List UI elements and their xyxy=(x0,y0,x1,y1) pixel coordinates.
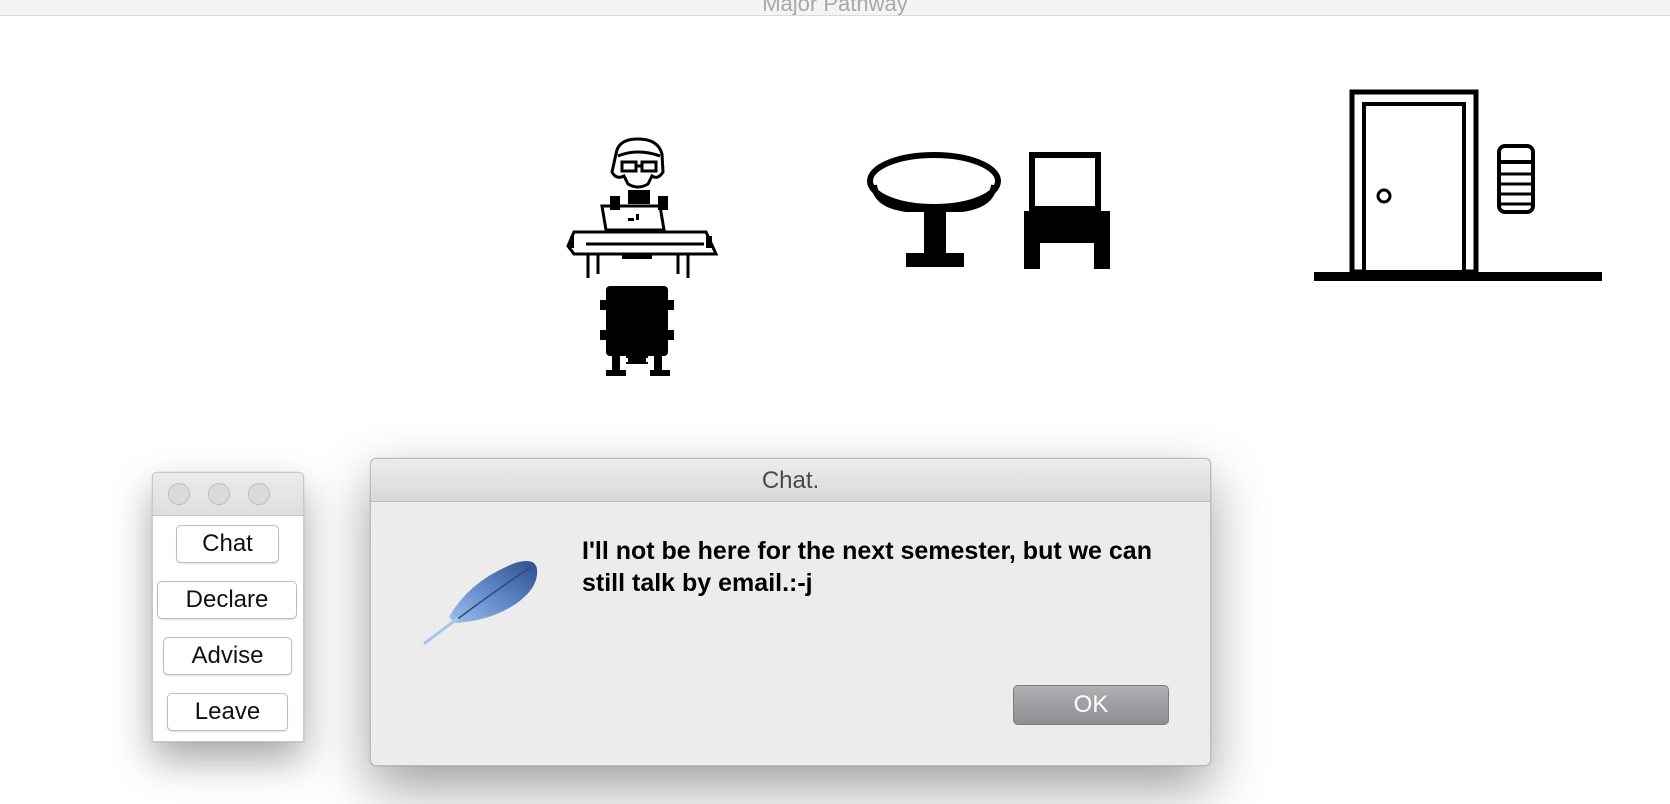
chat-button[interactable]: Chat xyxy=(176,525,279,563)
minimize-window-icon[interactable] xyxy=(208,483,230,505)
door-sprite[interactable] xyxy=(1312,86,1602,286)
ok-button[interactable]: OK xyxy=(1013,685,1169,725)
dialog-title: Chat. xyxy=(371,459,1210,502)
window-titlebar[interactable]: Major Pathway xyxy=(0,0,1670,16)
leave-button[interactable]: Leave xyxy=(167,693,288,731)
round-table-sprite[interactable] xyxy=(866,149,1002,273)
close-window-icon[interactable] xyxy=(168,483,190,505)
feather-icon xyxy=(423,561,538,645)
chat-dialog: Chat. I'll not be here for the next seme… xyxy=(370,458,1211,766)
actions-window: Chat Declare Advise Leave xyxy=(152,472,304,742)
game-scene xyxy=(0,16,1670,436)
chair-sprite[interactable] xyxy=(1018,149,1118,273)
advise-button[interactable]: Advise xyxy=(163,637,292,675)
light-switch-sprite[interactable] xyxy=(1495,142,1537,218)
actions-window-titlebar[interactable] xyxy=(153,473,303,516)
zoom-window-icon[interactable] xyxy=(248,483,270,505)
dialog-message: I'll not be here for the next semester, … xyxy=(582,537,1152,597)
advisor-at-desk-sprite[interactable] xyxy=(566,134,728,384)
declare-button[interactable]: Declare xyxy=(157,581,297,619)
window-title: Major Pathway xyxy=(762,0,908,16)
